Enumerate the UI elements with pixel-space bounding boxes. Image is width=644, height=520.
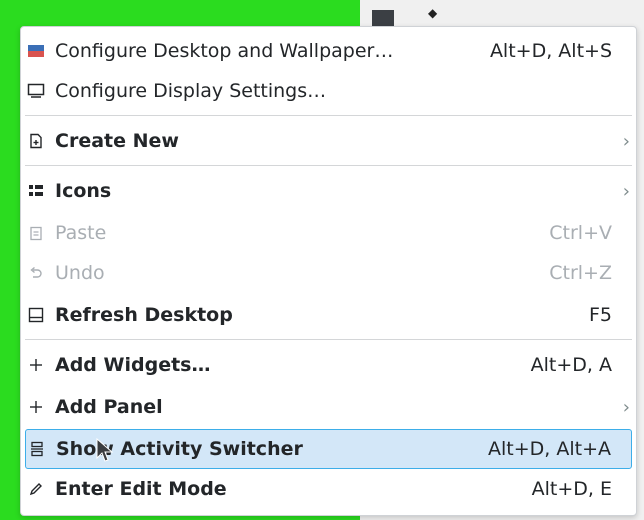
wallpaper-icon — [25, 40, 47, 62]
monitor-icon — [25, 80, 47, 102]
undo-icon — [25, 262, 47, 284]
menu-item-paste[interactable]: Paste Ctrl+V — [25, 215, 632, 251]
menu-item-shortcut: Alt+D, Alt+S — [489, 40, 612, 62]
icons-grid-icon — [25, 180, 47, 202]
menu-item-label: Configure Desktop and Wallpaper… — [55, 40, 394, 62]
menu-item-create-new[interactable]: Create New › — [25, 123, 632, 159]
menu-item-configure-display[interactable]: Configure Display Settings… — [25, 73, 632, 109]
new-file-icon — [25, 130, 47, 152]
background-caret-icon: ◆ — [428, 6, 438, 20]
menu-item-label: Refresh Desktop — [55, 304, 233, 326]
menu-item-label: Configure Display Settings… — [55, 80, 327, 102]
menu-item-label: Enter Edit Mode — [55, 478, 227, 500]
chevron-right-icon: › — [622, 130, 630, 152]
menu-item-add-panel[interactable]: Add Panel › — [25, 389, 632, 425]
refresh-icon — [25, 304, 47, 326]
mouse-pointer-icon — [96, 438, 114, 462]
menu-item-show-activity-switcher[interactable]: Show Activity Switcher Alt+D, Alt+A — [25, 429, 632, 469]
menu-item-label: Add Widgets… — [55, 354, 211, 376]
menu-item-label: Add Panel — [55, 396, 163, 418]
menu-item-shortcut: Alt+D, E — [531, 478, 612, 500]
menu-item-shortcut: Ctrl+Z — [549, 262, 612, 284]
menu-item-configure-desktop[interactable]: Configure Desktop and Wallpaper… Alt+D, … — [25, 33, 632, 69]
menu-item-label: Undo — [55, 262, 105, 284]
menu-item-shortcut: Alt+D, Alt+A — [488, 438, 611, 460]
edit-icon — [25, 478, 47, 500]
menu-item-add-widgets[interactable]: Add Widgets… Alt+D, A — [25, 347, 632, 383]
menu-separator — [25, 165, 632, 166]
menu-item-icons[interactable]: Icons › — [25, 173, 632, 209]
chevron-right-icon: › — [622, 180, 630, 202]
plus-icon — [25, 396, 47, 418]
menu-separator — [25, 115, 632, 116]
menu-item-refresh-desktop[interactable]: Refresh Desktop F5 — [25, 297, 632, 333]
menu-item-shortcut: Alt+D, A — [530, 354, 612, 376]
chevron-right-icon: › — [622, 396, 630, 418]
menu-item-shortcut: F5 — [588, 304, 612, 326]
menu-item-label: Create New — [55, 130, 179, 152]
background-window-icon — [372, 10, 394, 26]
menu-item-enter-edit-mode[interactable]: Enter Edit Mode Alt+D, E — [25, 471, 632, 507]
menu-item-label: Icons — [55, 180, 112, 202]
menu-item-label: Paste — [55, 222, 107, 244]
plus-icon — [25, 354, 47, 376]
activities-icon — [26, 438, 48, 460]
menu-separator — [25, 339, 632, 340]
menu-item-label: Show Activity Switcher — [56, 438, 303, 460]
menu-item-shortcut: Ctrl+V — [549, 222, 612, 244]
menu-item-undo[interactable]: Undo Ctrl+Z — [25, 255, 632, 291]
paste-icon — [25, 222, 47, 244]
